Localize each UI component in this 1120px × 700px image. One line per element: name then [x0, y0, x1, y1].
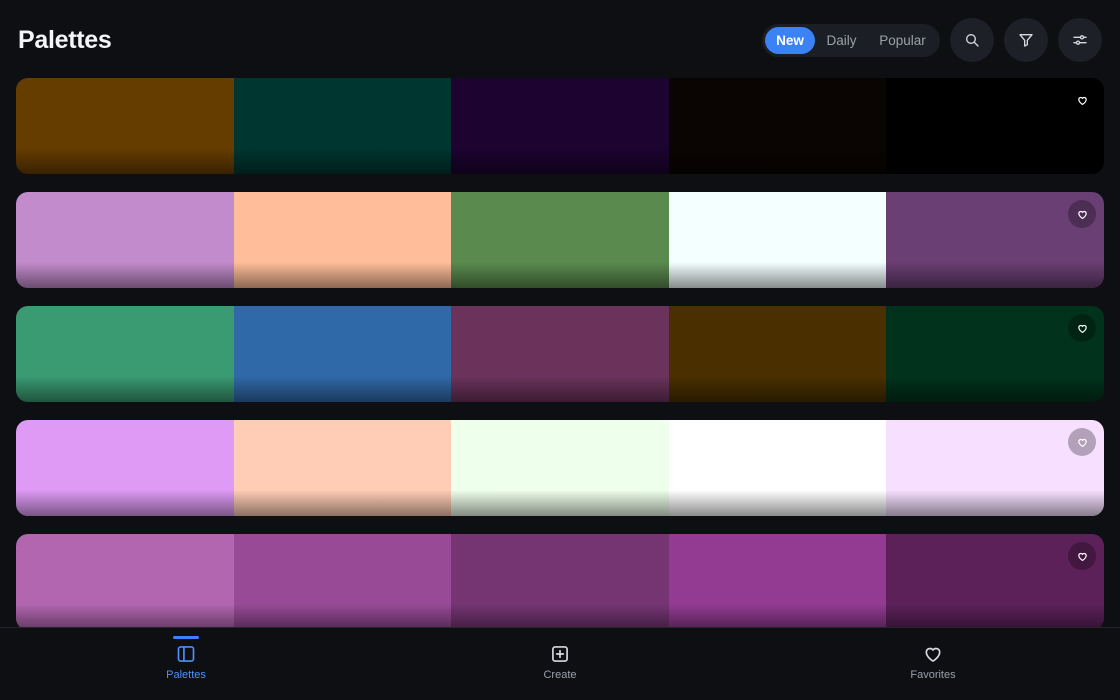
tab-popular[interactable]: Popular — [870, 27, 935, 54]
palette-card[interactable] — [16, 420, 1104, 516]
heart-icon — [1077, 96, 1087, 105]
color-swatch[interactable] — [16, 420, 234, 516]
color-swatch[interactable] — [16, 78, 234, 174]
color-swatch[interactable] — [451, 78, 669, 174]
bottom-nav: Palettes Create Favorites — [0, 627, 1120, 700]
palette-card[interactable] — [16, 78, 1104, 174]
nav-label: Create — [543, 669, 577, 681]
nav-item-palettes[interactable]: Palettes — [126, 628, 246, 700]
nav-item-favorites[interactable]: Favorites — [873, 628, 993, 700]
favorite-button[interactable] — [1068, 86, 1096, 114]
app-root: Palettes New Daily Popular Palettes Crea… — [0, 0, 1120, 700]
adjust-button[interactable] — [1058, 18, 1102, 62]
active-indicator — [173, 636, 199, 639]
heart-icon — [1077, 324, 1087, 333]
color-swatch[interactable] — [668, 192, 887, 288]
nav-item-create[interactable]: Create — [500, 628, 620, 700]
palette-card[interactable] — [16, 192, 1104, 288]
color-swatch[interactable] — [668, 534, 887, 627]
sort-segmented-control: New Daily Popular — [762, 24, 940, 57]
search-icon — [966, 34, 979, 47]
header: Palettes New Daily Popular — [0, 0, 1120, 80]
sliders-icon — [1073, 35, 1087, 45]
search-button[interactable] — [950, 18, 994, 62]
color-swatch[interactable] — [451, 192, 669, 288]
palette-card[interactable] — [16, 306, 1104, 402]
color-swatch[interactable] — [668, 306, 887, 402]
favorite-button[interactable] — [1068, 542, 1096, 570]
color-swatch[interactable] — [233, 192, 452, 288]
color-swatch[interactable] — [451, 420, 669, 516]
color-swatch[interactable] — [16, 534, 234, 627]
plus-square-icon — [552, 646, 568, 662]
color-swatch[interactable] — [668, 78, 887, 174]
color-swatch[interactable] — [451, 306, 669, 402]
tab-daily[interactable]: Daily — [819, 27, 864, 54]
color-swatch[interactable] — [233, 534, 452, 627]
palette-list — [16, 78, 1104, 627]
favorite-button[interactable] — [1068, 200, 1096, 228]
nav-label: Palettes — [166, 669, 206, 681]
favorite-button[interactable] — [1068, 428, 1096, 456]
color-swatch[interactable] — [451, 534, 669, 627]
panel-icon — [177, 646, 195, 662]
page-title: Palettes — [18, 26, 112, 54]
filter-icon — [1019, 34, 1033, 47]
color-swatch[interactable] — [16, 192, 234, 288]
favorite-button[interactable] — [1068, 314, 1096, 342]
color-swatch[interactable] — [668, 420, 887, 516]
heart-icon — [1077, 210, 1087, 219]
nav-label: Favorites — [910, 669, 956, 681]
color-swatch[interactable] — [233, 420, 452, 516]
palette-card[interactable] — [16, 534, 1104, 627]
color-swatch[interactable] — [233, 78, 452, 174]
color-swatch[interactable] — [233, 306, 452, 402]
filter-button[interactable] — [1004, 18, 1048, 62]
color-swatch[interactable] — [16, 306, 234, 402]
tab-new[interactable]: New — [765, 27, 815, 54]
heart-icon — [1077, 552, 1087, 561]
heart-icon — [925, 647, 941, 662]
heart-icon — [1077, 438, 1087, 447]
